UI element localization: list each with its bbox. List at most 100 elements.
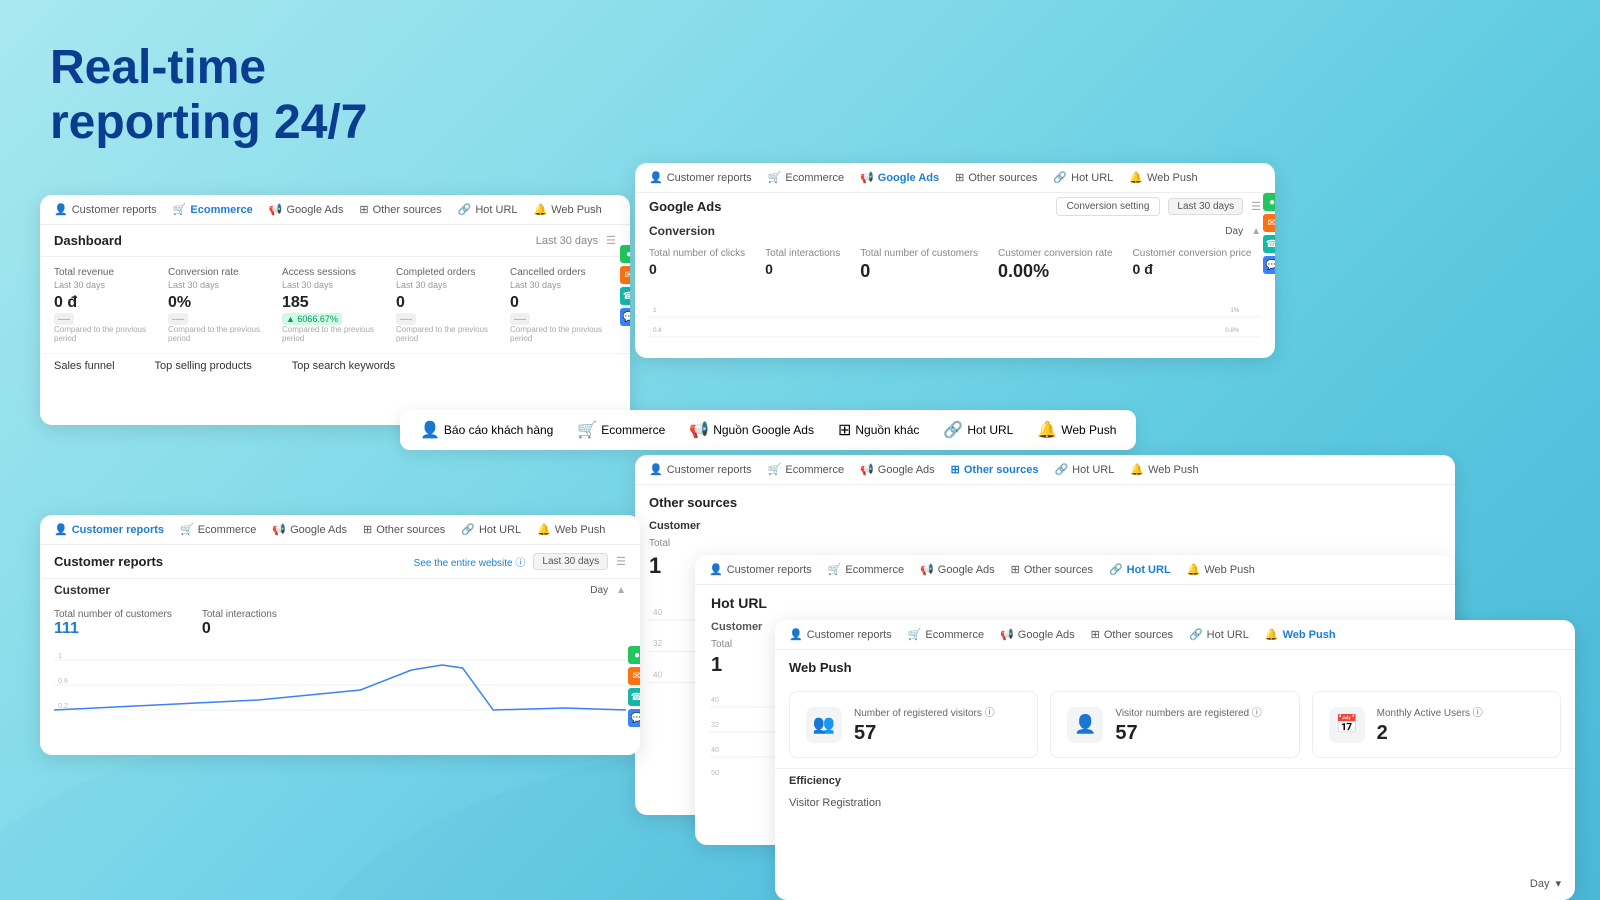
- cr-email-icon[interactable]: ✉: [628, 667, 640, 685]
- nav-hot-url[interactable]: 🔗 Hot URL: [458, 203, 518, 216]
- metric-access-sessions: Access sessions Last 30 days 185 ▲ 6066.…: [282, 267, 388, 343]
- wp-day-selector[interactable]: Day ▾: [1530, 877, 1561, 890]
- hu-nav-customer[interactable]: 👤 Customer reports: [709, 563, 812, 576]
- ga-nav-hot-url[interactable]: 🔗 Hot URL: [1053, 171, 1113, 184]
- ga-menu-icon[interactable]: ☰: [1251, 200, 1261, 213]
- wp-nav-web-push[interactable]: 🔔 Web Push: [1265, 628, 1336, 641]
- link-icon: 🔗: [458, 203, 472, 216]
- top-selling-link[interactable]: Top selling products: [155, 360, 252, 372]
- metric-total-revenue: Total revenue Last 30 days 0 đ ---- Comp…: [54, 267, 160, 343]
- wp-nav-hot-url[interactable]: 🔗 Hot URL: [1189, 628, 1249, 641]
- cr-sort-icon[interactable]: ▲: [616, 585, 626, 596]
- top-search-link[interactable]: Top search keywords: [292, 360, 395, 372]
- svg-text:1: 1: [58, 653, 62, 660]
- ga-nav-google-ads[interactable]: 📢 Google Ads: [860, 171, 939, 184]
- tab-customer-reports[interactable]: 👤 Báo cáo khách hàng: [420, 420, 553, 440]
- nav-customer-reports[interactable]: 👤 Customer reports: [54, 203, 157, 216]
- ga-sort-icon[interactable]: ▲: [1251, 226, 1261, 237]
- os-nav-customer[interactable]: 👤 Customer reports: [649, 463, 752, 476]
- wp-dropdown-icon[interactable]: ▾: [1555, 877, 1561, 890]
- nav-google-ads[interactable]: 📢 Google Ads: [269, 203, 344, 216]
- ga-nav-web-push[interactable]: 🔔 Web Push: [1129, 171, 1197, 184]
- wp-calendar-icon: 📅: [1329, 707, 1365, 743]
- cart-icon: 🛒: [173, 203, 187, 216]
- tab-google-ads[interactable]: 📢 Nguồn Google Ads: [689, 420, 814, 440]
- os-nav-web-push[interactable]: 🔔 Web Push: [1130, 463, 1198, 476]
- wp-nav-google-ads[interactable]: 📢 Google Ads: [1000, 628, 1075, 641]
- cr-nav: 👤 Customer reports 🛒 Ecommerce 📢 Google …: [40, 515, 640, 545]
- os-nav: 👤 Customer reports 🛒 Ecommerce 📢 Google …: [635, 455, 1455, 485]
- dashboard-period: Last 30 days: [536, 235, 598, 247]
- cr-nav-google-ads[interactable]: 📢 Google Ads: [272, 523, 347, 536]
- tab-ecommerce[interactable]: 🛒 Ecommerce: [577, 420, 665, 440]
- cr-nav-hot-url[interactable]: 🔗 Hot URL: [461, 523, 521, 536]
- svg-text:40: 40: [653, 670, 662, 679]
- bell-icon: 🔔: [534, 203, 548, 216]
- tab-hot-url[interactable]: 🔗 Hot URL: [943, 420, 1013, 440]
- ga-chat-icon[interactable]: 💬: [1263, 256, 1275, 274]
- ga-phone-icon[interactable]: ☎: [1263, 235, 1275, 253]
- tab-other-sources[interactable]: ⊞ Nguồn khác: [838, 420, 919, 440]
- wp-stat-registered: 👥 Number of registered visitors ⓘ 57: [789, 691, 1038, 758]
- ga-link-icon: 🔗: [1053, 171, 1067, 184]
- cr-chart-svg: 1 0.6 0.2: [54, 650, 626, 720]
- nav-web-push[interactable]: 🔔 Web Push: [534, 203, 602, 216]
- wp-nav: 👤 Customer reports 🛒 Ecommerce 📢 Google …: [775, 620, 1575, 650]
- ga-green-icon[interactable]: ●: [1263, 193, 1275, 211]
- nav-ecommerce[interactable]: 🛒 Ecommerce: [173, 203, 253, 216]
- cr-customer-header: Customer Day ▲: [40, 579, 640, 601]
- svg-text:0.2: 0.2: [58, 703, 68, 710]
- nav-other-sources[interactable]: ⊞ Other sources: [359, 203, 441, 216]
- see-all-link[interactable]: See the entire website ⓘ: [414, 554, 526, 569]
- wp-link-icon: 🔗: [1189, 628, 1203, 641]
- wp-nav-customer[interactable]: 👤 Customer reports: [789, 628, 892, 641]
- hu-nav-web-push[interactable]: 🔔 Web Push: [1187, 563, 1255, 576]
- hu-nav-google-ads[interactable]: 📢 Google Ads: [920, 563, 995, 576]
- email-icon[interactable]: ✉: [620, 266, 630, 284]
- conversion-setting-btn[interactable]: Conversion setting: [1056, 197, 1161, 216]
- wp-title: Web Push: [775, 650, 1575, 681]
- os-nav-ecommerce[interactable]: 🛒 Ecommerce: [768, 463, 844, 476]
- os-nav-hot-url[interactable]: 🔗 Hot URL: [1054, 463, 1114, 476]
- phone-icon[interactable]: ☎: [620, 287, 630, 305]
- dashboard-menu-icon[interactable]: ☰: [606, 234, 616, 247]
- ga-email-icon[interactable]: ✉: [1263, 214, 1275, 232]
- cr-day-label: Day: [590, 585, 608, 596]
- hu-nav-ecommerce[interactable]: 🛒 Ecommerce: [828, 563, 904, 576]
- ga-nav-ecommerce[interactable]: 🛒 Ecommerce: [768, 171, 844, 184]
- ga-nav-other[interactable]: ⊞ Other sources: [955, 171, 1037, 184]
- green-dot-icon[interactable]: ●: [620, 245, 630, 263]
- ga-period-badge: Last 30 days: [1168, 198, 1243, 215]
- hu-ads-icon: 📢: [920, 563, 934, 576]
- tab-web-push[interactable]: 🔔 Web Push: [1037, 420, 1116, 440]
- ga-conversion-price: Customer conversion price 0 đ: [1133, 248, 1252, 282]
- cr-nav-customer[interactable]: 👤 Customer reports: [54, 523, 164, 536]
- wp-registered-value: 57: [854, 722, 995, 745]
- cr-green-icon[interactable]: ●: [628, 646, 640, 664]
- cr-customer-icon: 👤: [54, 523, 68, 536]
- hu-cart-icon: 🛒: [828, 563, 842, 576]
- ga-grid-icon: ⊞: [955, 171, 964, 184]
- cr-nav-other[interactable]: ⊞ Other sources: [363, 523, 445, 536]
- sales-funnel-link[interactable]: Sales funnel: [54, 360, 115, 372]
- os-nav-other-sources[interactable]: ⊞ Other sources: [951, 463, 1039, 476]
- hu-nav-other[interactable]: ⊞ Other sources: [1011, 563, 1093, 576]
- ga-nav-customer[interactable]: 👤 Customer reports: [649, 171, 752, 184]
- wp-nav-other[interactable]: ⊞ Other sources: [1091, 628, 1173, 641]
- os-nav-google-ads[interactable]: 📢 Google Ads: [860, 463, 935, 476]
- wp-visitor-reg: Visitor Registration: [775, 793, 1575, 813]
- cr-phone-icon[interactable]: ☎: [628, 688, 640, 706]
- dashboard-card: 👤 Customer reports 🛒 Ecommerce 📢 Google …: [40, 195, 630, 425]
- ga-conversion-metrics: Total number of clicks 0 Total interacti…: [635, 242, 1275, 288]
- dashboard-header: Dashboard Last 30 days ☰: [40, 225, 630, 257]
- chat-icon[interactable]: 💬: [620, 308, 630, 326]
- cr-nav-ecommerce[interactable]: 🛒 Ecommerce: [180, 523, 256, 536]
- wp-nav-ecommerce[interactable]: 🛒 Ecommerce: [908, 628, 984, 641]
- cr-nav-web-push[interactable]: 🔔 Web Push: [537, 523, 605, 536]
- cr-menu[interactable]: ☰: [616, 555, 626, 568]
- cr-chat-icon[interactable]: 💬: [628, 709, 640, 727]
- customer-reports-card: 👤 Customer reports 🛒 Ecommerce 📢 Google …: [40, 515, 640, 755]
- cr-header: Customer reports See the entire website …: [40, 545, 640, 579]
- dashboard-title: Dashboard: [54, 233, 122, 248]
- hu-nav-hot-url[interactable]: 🔗 Hot URL: [1109, 563, 1171, 576]
